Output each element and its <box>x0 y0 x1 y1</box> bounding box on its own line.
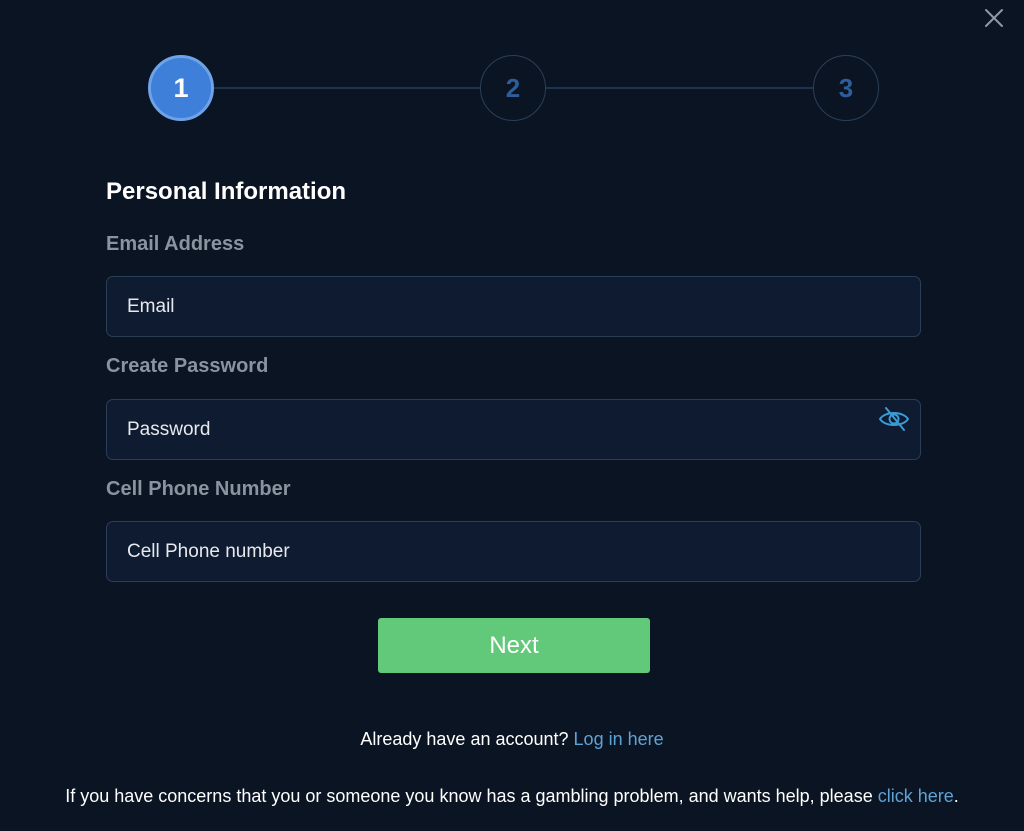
password-visibility-toggle[interactable] <box>877 405 911 433</box>
login-link[interactable]: Log in here <box>574 729 664 749</box>
help-text: If you have concerns that you or someone… <box>65 786 873 806</box>
next-button[interactable]: Next <box>378 618 650 673</box>
step-2: 2 <box>480 55 546 121</box>
close-button[interactable] <box>982 6 1006 30</box>
login-prompt: Already have an account? Log in here <box>0 729 1024 750</box>
step-1: 1 <box>148 55 214 121</box>
step-connector <box>214 87 480 89</box>
step-connector <box>546 87 814 89</box>
eye-slash-icon <box>878 407 910 431</box>
signup-modal: 1 2 3 Personal Information Email Address… <box>0 0 1024 831</box>
password-label: Create Password <box>106 355 269 377</box>
section-title: Personal Information <box>106 178 347 205</box>
phone-label: Cell Phone Number <box>106 478 291 500</box>
password-field[interactable] <box>106 399 921 460</box>
phone-field[interactable] <box>106 521 921 582</box>
help-link[interactable]: click here <box>878 786 954 806</box>
progress-stepper: 1 2 3 <box>148 55 880 123</box>
email-label: Email Address <box>106 233 245 255</box>
help-period: . <box>953 786 959 806</box>
login-prompt-text: Already have an account? <box>360 729 569 749</box>
close-icon <box>985 9 1003 27</box>
email-field[interactable] <box>106 276 921 337</box>
step-3: 3 <box>813 55 879 121</box>
gambling-help-notice: If you have concerns that you or someone… <box>0 786 1024 807</box>
